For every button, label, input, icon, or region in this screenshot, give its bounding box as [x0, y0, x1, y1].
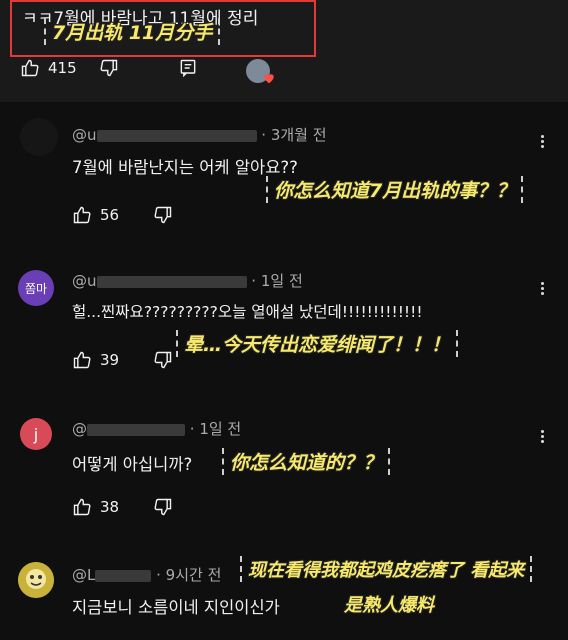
- reply-header: @u · 1일 전: [72, 270, 303, 291]
- like-count: 38: [100, 498, 120, 516]
- more-vert-icon[interactable]: [541, 280, 545, 297]
- more-vert-icon[interactable]: [541, 133, 545, 150]
- reply-text: 지금보니 소름이네 지인이신가: [72, 598, 280, 617]
- reply-header: @ · 1일 전: [72, 418, 241, 439]
- thumbs-down-icon[interactable]: [153, 497, 173, 517]
- avatar-illustration: [18, 562, 54, 598]
- thumbs-up-icon[interactable]: [20, 58, 40, 78]
- reply-subtitle: 你怎么知道7月出轨的事？？: [266, 176, 524, 203]
- top-comment-subtitle: 7月出轨 11月分手: [44, 18, 221, 45]
- reply-subtitle-line1: 现在看得我都起鸡皮疙瘩了 看起来: [240, 556, 533, 582]
- thumbs-up-icon[interactable]: [72, 497, 92, 517]
- reply-header: @u · 3개월 전: [72, 124, 327, 145]
- redacted-handle: [95, 569, 152, 582]
- reply-subtitle: 你怎么知道的？？: [222, 448, 391, 475]
- thumbs-down-icon[interactable]: [153, 205, 173, 225]
- top-like-count: 415: [48, 59, 77, 77]
- redacted-handle: [87, 423, 185, 436]
- redacted-handle: [96, 129, 257, 142]
- reply-text: 7월에 바람난지는 어케 알아요??: [72, 158, 298, 177]
- reply-actions: 56: [72, 205, 173, 225]
- thumbs-down-icon[interactable]: [153, 350, 173, 370]
- thumbs-up-icon[interactable]: [72, 205, 92, 225]
- heart-icon: [262, 70, 276, 89]
- reply-age: · 9시간 전: [156, 566, 222, 584]
- avatar[interactable]: [20, 118, 58, 156]
- like-count: 56: [100, 206, 120, 224]
- reply-handle[interactable]: @u: [72, 126, 97, 144]
- more-vert-icon[interactable]: [541, 428, 545, 445]
- thumbs-up-icon[interactable]: [72, 350, 92, 370]
- reply-age: · 1일 전: [189, 420, 242, 438]
- like-count: 39: [100, 351, 120, 369]
- reply-handle[interactable]: @: [72, 420, 87, 438]
- reply-text: 헐...찐짜요?????????오늘 열애설 났던데!!!!!!!!!!!!!: [72, 303, 423, 321]
- avatar[interactable]: 쫌마: [18, 270, 54, 306]
- reply-subtitle: 晕…今天传出恋爱绯闻了！！！: [176, 330, 459, 357]
- reply-subtitle-line2: 是熟人爆料: [344, 595, 434, 616]
- reply-actions: 38: [72, 497, 173, 517]
- redacted-handle: [96, 275, 247, 288]
- reply-text: 어떻게 아십니까?: [72, 455, 193, 474]
- reply-handle[interactable]: @u: [72, 272, 97, 290]
- reply-age: · 1일 전: [251, 272, 303, 290]
- reply-header: @L · 9시간 전: [72, 564, 221, 585]
- thumbs-down-icon[interactable]: [99, 58, 119, 78]
- top-comment-actions: 415: [20, 58, 119, 78]
- reply-age: · 3개월 전: [261, 126, 327, 144]
- avatar[interactable]: j: [20, 418, 52, 450]
- avatar[interactable]: [18, 562, 54, 598]
- reply-actions: 39: [72, 350, 173, 370]
- reply-handle[interactable]: @L: [72, 566, 95, 584]
- reply-icon[interactable]: [178, 58, 198, 78]
